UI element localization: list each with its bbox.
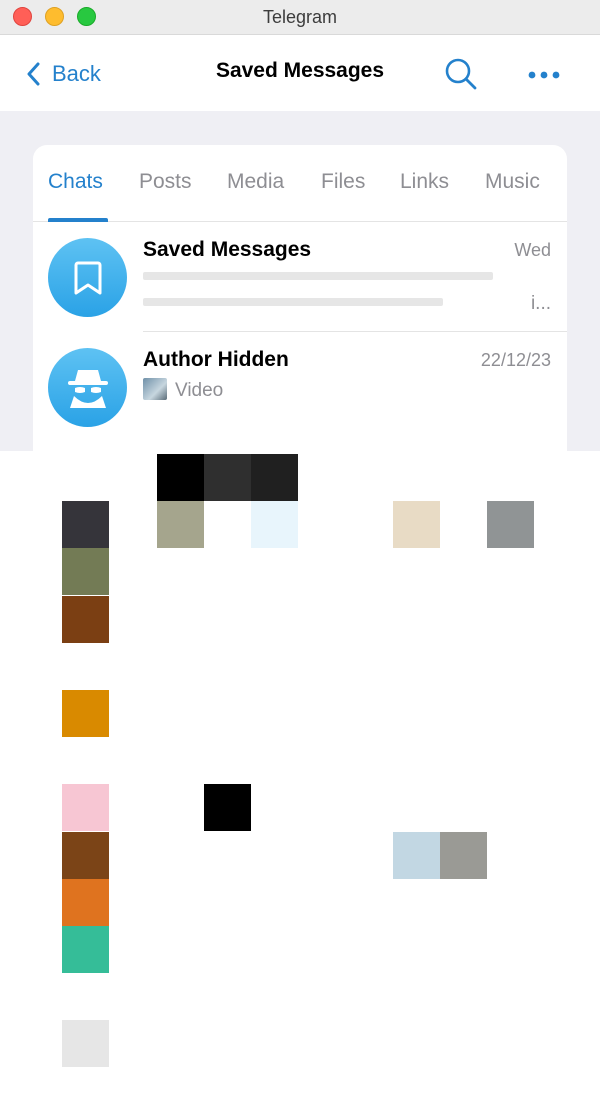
chat-name: Saved Messages	[143, 238, 312, 261]
search-button[interactable]	[443, 56, 479, 97]
pixel-block	[392, 831, 440, 879]
incognito-icon	[67, 369, 108, 408]
back-button[interactable]: Back	[26, 57, 101, 91]
pixel-block	[203, 454, 251, 501]
pixel-block	[62, 595, 110, 643]
pixel-block	[156, 454, 204, 501]
pixel-block	[439, 831, 487, 879]
tab-links[interactable]: Links	[400, 170, 449, 194]
pixel-block	[392, 501, 440, 549]
chevron-left-icon	[27, 62, 40, 86]
more-button[interactable]	[527, 67, 561, 85]
back-button-label: Back	[52, 61, 101, 86]
chat-row-saved-messages[interactable]: Saved Messages Wed i...	[33, 222, 567, 332]
chat-row-author-hidden[interactable]: Author Hidden 22/12/23 Video	[33, 332, 567, 442]
pixel-block	[203, 784, 251, 832]
chat-preview-text: Video	[175, 380, 224, 401]
tab-chats[interactable]: Chats	[48, 170, 103, 194]
window-titlebar: Telegram	[0, 0, 600, 35]
video-thumbnail	[143, 378, 167, 400]
avatar	[48, 348, 127, 427]
pixelated-area	[15, 451, 581, 1114]
bookmark-icon	[74, 261, 101, 294]
window-title: Telegram	[262, 7, 338, 27]
pixel-block	[62, 1020, 110, 1068]
pixel-block	[487, 501, 534, 549]
pixel-block	[251, 501, 298, 549]
blurred-preview-line	[143, 298, 443, 306]
pixel-block	[62, 690, 110, 737]
chat-name: Author Hidden	[143, 348, 289, 371]
chat-preview: Video	[143, 378, 223, 402]
more-dots-icon	[528, 71, 560, 79]
pixel-block	[62, 878, 110, 926]
pixel-block	[62, 548, 110, 596]
pixel-block	[62, 784, 110, 832]
pixel-block	[156, 501, 204, 549]
tab-bar: Chats Posts Media Files Links Music	[33, 145, 567, 222]
pixel-block	[62, 831, 110, 879]
tab-music[interactable]: Music	[485, 170, 540, 194]
chat-date: 22/12/23	[480, 350, 551, 370]
chat-date: Wed	[514, 240, 551, 260]
chat-preview: i...	[530, 293, 551, 314]
nav-header: Back Saved Messages	[0, 35, 600, 111]
tab-files[interactable]: Files	[321, 170, 365, 194]
search-icon	[445, 58, 477, 90]
tab-media[interactable]: Media	[227, 170, 284, 194]
avatar	[48, 238, 127, 317]
pixel-block	[62, 501, 110, 549]
blurred-preview-line	[143, 272, 493, 280]
pixel-block	[62, 926, 110, 973]
pixel-block	[251, 454, 298, 501]
saved-messages-card: Chats Posts Media Files Links Music Save…	[33, 145, 567, 475]
tab-posts[interactable]: Posts	[139, 170, 192, 194]
